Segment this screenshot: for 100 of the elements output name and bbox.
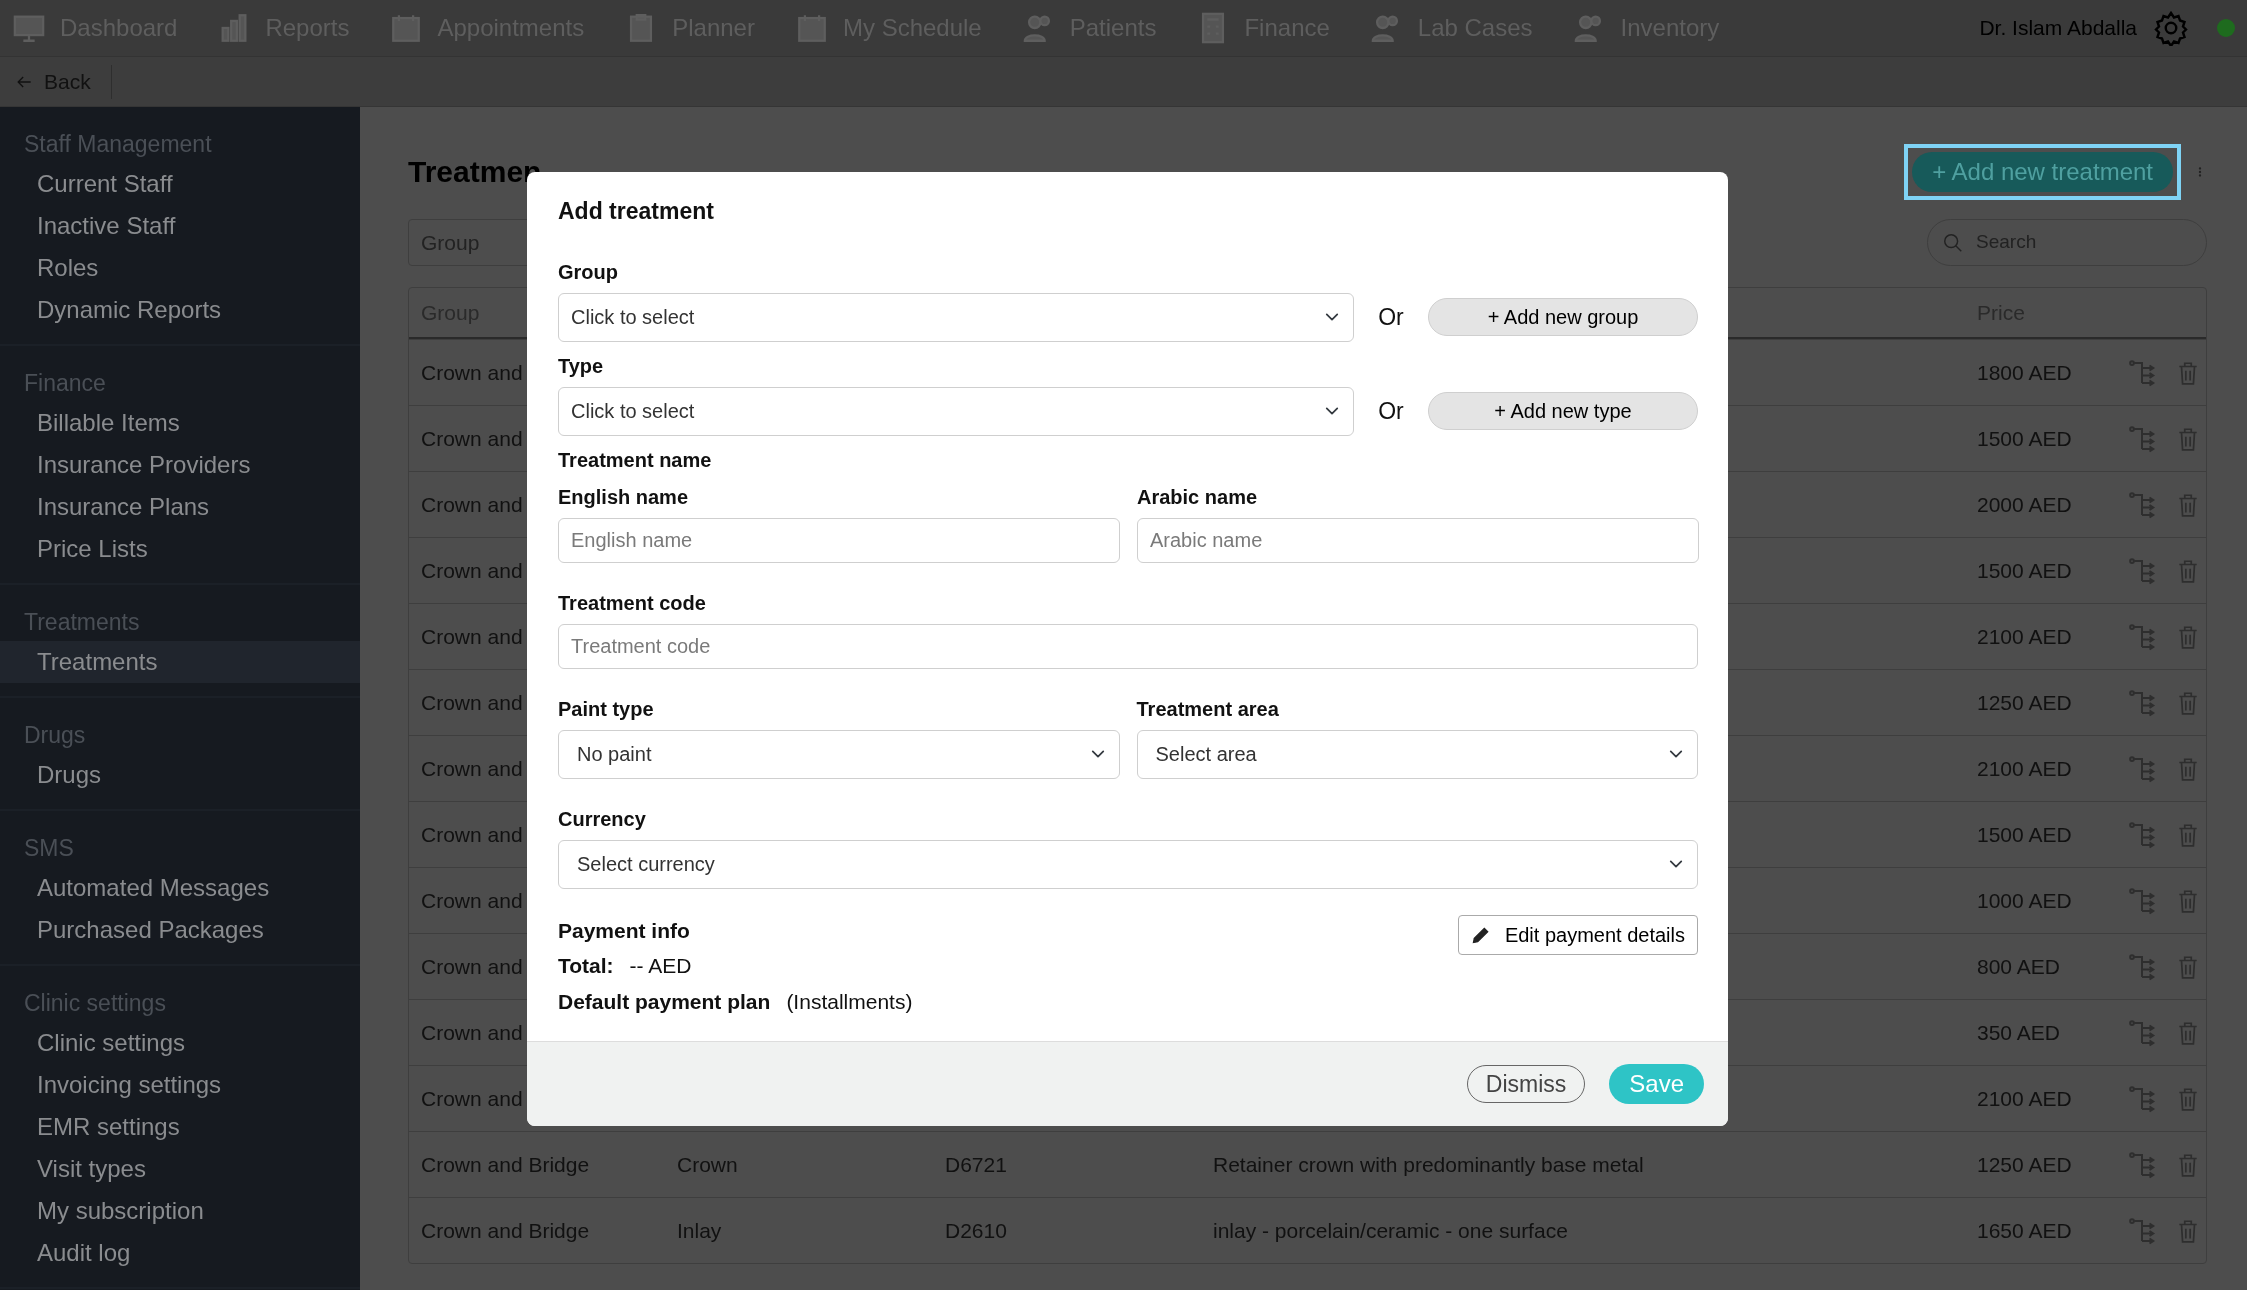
table-cell: Crown and (421, 1020, 523, 1044)
table-cell: Crown and (421, 492, 523, 516)
table-cell: 1000 AED (1977, 888, 2072, 912)
table-cell: Crown and (421, 822, 523, 846)
sidebar-item[interactable]: Visit types (0, 1148, 360, 1190)
field-label: Treatment name (558, 447, 712, 473)
field-label: Arabic name (1137, 484, 1258, 510)
tree-icon[interactable] (2127, 1215, 2157, 1246)
table-cell: 1500 AED (1977, 426, 2072, 450)
arabic-name-field[interactable]: Arabic name (1137, 517, 1699, 563)
sidebar-item[interactable]: EMR settings (0, 1106, 360, 1148)
treatment-area-select[interactable]: Select area (1136, 729, 1698, 779)
modal-title: Add treatment (558, 198, 715, 226)
field-label: Type (558, 353, 604, 379)
settings-icon[interactable] (2153, 10, 2189, 46)
sidebar-item[interactable]: Dynamic Reports (0, 289, 360, 331)
tree-icon[interactable] (2127, 555, 2157, 586)
table-cell: Crown and (421, 888, 523, 912)
table-cell: Crown and Bridge (421, 1218, 590, 1242)
sidebar-item[interactable]: Invoicing settings (0, 1064, 360, 1106)
table-cell: Crown and (421, 954, 523, 978)
sidebar-item[interactable]: Price Lists (0, 528, 360, 570)
tree-icon[interactable] (2127, 951, 2157, 982)
tree-icon[interactable] (2127, 489, 2157, 520)
plan-value: (Installments) (786, 988, 913, 1015)
table-cell: 1250 AED (1977, 690, 2072, 714)
table-cell: Inlay (677, 1218, 722, 1242)
tree-icon[interactable] (2127, 1149, 2157, 1180)
sidebar-item[interactable]: Inactive Staff (0, 205, 360, 247)
tree-icon[interactable] (2127, 819, 2157, 850)
tree-icon[interactable] (2127, 423, 2157, 454)
plan-label: Default payment plan (558, 988, 771, 1015)
sidebar-item[interactable]: Billable Items (0, 402, 360, 444)
table-cell: Crown and Bridge (421, 1152, 590, 1176)
table-cell: Crown (677, 1152, 738, 1176)
table-cell: Crown and (421, 690, 523, 714)
table-cell: 1500 AED (1977, 822, 2072, 846)
table-cell: Crown and (421, 426, 523, 450)
table-cell: Crown and (421, 558, 523, 582)
or-label: Or (1377, 396, 1405, 426)
table-cell: 2100 AED (1977, 1086, 2072, 1110)
treatment-code-field[interactable]: Treatment code (558, 623, 1698, 669)
or-label: Or (1377, 302, 1405, 332)
group-select[interactable]: Click to select (558, 292, 1354, 342)
field-label: English name (558, 484, 689, 510)
table-cell: Retainer crown with predominantly base metal (1213, 1152, 1644, 1176)
paint-type-select[interactable]: No paint (558, 729, 1120, 779)
tree-icon[interactable] (2127, 753, 2157, 784)
sidebar-item[interactable]: Clinic settings (0, 1022, 360, 1064)
sidebar-item[interactable]: Current Staff (0, 163, 360, 205)
sidebar-item[interactable]: Audit log (0, 1232, 360, 1274)
tree-icon[interactable] (2127, 1083, 2157, 1114)
table-cell: Crown and (421, 756, 523, 780)
field-label: Treatment area (1136, 696, 1279, 722)
table-cell: 2100 AED (1977, 756, 2072, 780)
field-label: Paint type (558, 696, 654, 722)
table-cell: 1500 AED (1977, 558, 2072, 582)
tree-icon[interactable] (2127, 885, 2157, 916)
table-cell: 800 AED (1977, 954, 2060, 978)
sidebar-item[interactable]: My subscription (0, 1190, 360, 1232)
field-label: Currency (558, 806, 646, 832)
total-value: -- AED (629, 953, 692, 980)
type-select[interactable]: Click to select (558, 386, 1354, 436)
table-cell: D2610 (945, 1218, 1007, 1242)
table-cell: 1800 AED (1977, 360, 2072, 384)
sidebar-item[interactable]: Purchased Packages (0, 909, 360, 951)
table-cell: Crown and (421, 360, 523, 384)
sidebar-item[interactable]: Insurance Plans (0, 486, 360, 528)
add-group-button[interactable]: + Add new group (1428, 298, 1698, 337)
sidebar-item[interactable]: Drugs (0, 754, 360, 796)
sidebar-item[interactable]: Treatments (0, 641, 360, 683)
user-name: Dr. Islam Abdalla (1979, 15, 2137, 42)
table-cell: 2100 AED (1977, 624, 2072, 648)
add-type-button[interactable]: + Add new type (1428, 392, 1698, 431)
section-label: Payment info (558, 917, 691, 944)
search-icon (1942, 231, 1964, 254)
tree-icon[interactable] (2127, 1017, 2157, 1048)
table-cell: 2000 AED (1977, 492, 2072, 516)
currency-select[interactable]: Select currency (558, 839, 1698, 889)
tree-icon[interactable] (2127, 621, 2157, 652)
table-cell: 350 AED (1977, 1020, 2060, 1044)
field-label: Treatment code (558, 590, 706, 616)
tree-icon[interactable] (2127, 687, 2157, 718)
status-dot (2217, 19, 2235, 37)
sidebar-item[interactable]: Automated Messages (0, 867, 360, 909)
sidebar-item[interactable]: Roles (0, 247, 360, 289)
add-treatment-button[interactable]: + Add new treatment (1912, 151, 2173, 192)
sidebar-item[interactable]: Insurance Providers (0, 444, 360, 486)
table-cell: 1250 AED (1977, 1152, 2072, 1176)
table-cell: 1650 AED (1977, 1218, 2072, 1242)
english-name-field[interactable]: English name (558, 517, 1120, 563)
table-cell: Crown and (421, 624, 523, 648)
edit-payment-button[interactable]: Edit payment details (1457, 914, 1698, 955)
field-label: Group (558, 259, 618, 285)
table-cell: inlay - porcelain/ceramic - one surface (1213, 1218, 1568, 1242)
page-title: Treatmen (408, 153, 542, 190)
total-label: Total: (558, 953, 614, 980)
table-cell: D6721 (945, 1152, 1007, 1176)
tree-icon[interactable] (2127, 357, 2157, 388)
table-cell: Crown and (421, 1086, 523, 1110)
